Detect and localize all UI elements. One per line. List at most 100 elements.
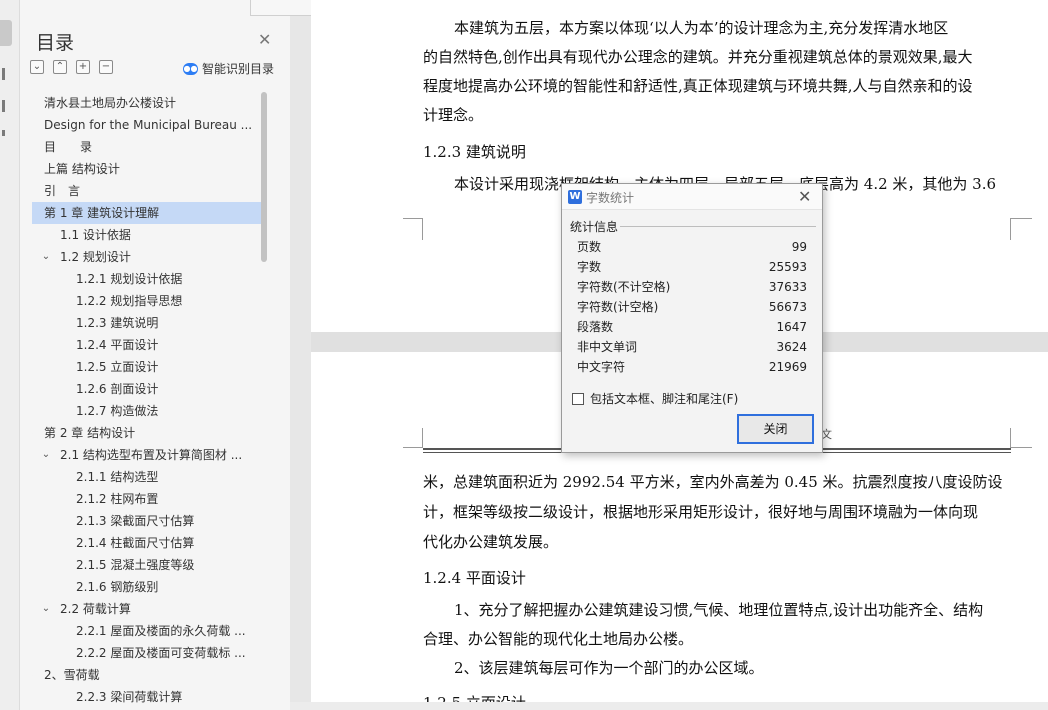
paragraph-line: 1、充分了解把握办公建筑建设习惯,气候、地理位置特点,设计出功能齐全、结构 bbox=[454, 601, 984, 619]
stat-row: 字符数(不计空格) 37633 bbox=[577, 277, 807, 297]
chevron-down-icon[interactable]: ⌄ bbox=[32, 202, 36, 224]
toc-item[interactable]: 1.2.4 平面设计 bbox=[32, 334, 261, 356]
collapse-all-icon[interactable]: ⌃ bbox=[53, 60, 67, 74]
crop-mark bbox=[1010, 428, 1032, 448]
stat-value: 99 bbox=[791, 240, 807, 254]
close-icon[interactable]: ✕ bbox=[798, 187, 811, 206]
toc-item[interactable]: 引 言 bbox=[32, 180, 261, 202]
add-icon[interactable]: + bbox=[76, 60, 90, 74]
toc-item-label: 2.1.2 柱网布置 bbox=[76, 492, 159, 506]
toc-item[interactable]: 1.1 设计依据 bbox=[32, 224, 261, 246]
toc-item-label: 2.1.3 梁截面尺寸估算 bbox=[76, 514, 195, 528]
toc-item[interactable]: 2.1.4 柱截面尺寸估算 bbox=[32, 532, 261, 554]
toc-item[interactable]: 目 录 bbox=[32, 136, 261, 158]
toc-item-label: 2.2.2 屋面及楼面可变荷载标 ... bbox=[76, 646, 246, 660]
toc-item[interactable]: Design for the Municipal Bureau ... bbox=[32, 114, 261, 136]
paragraph-line: 米，总建筑面积近为 2992.54 平方米，室内外高差为 0.45 米。抗震烈度… bbox=[423, 473, 1003, 491]
toc-item-label: 2.1 结构选型布置及计算简图材 ... bbox=[60, 448, 243, 462]
toc-item[interactable]: ⌄ 1.2 规划设计 bbox=[32, 246, 261, 268]
toc-item[interactable]: 2.1.6 钢筋级别 bbox=[32, 576, 261, 598]
stat-label: 非中文单词 bbox=[577, 340, 638, 354]
toc-toolbar: ⌄ ⌃ + − bbox=[30, 60, 113, 76]
toc-item[interactable]: ⌄ 2.1 结构选型布置及计算简图材 ... bbox=[32, 444, 261, 466]
chevron-down-icon[interactable]: ⌄ bbox=[40, 246, 52, 268]
toc-item-label: 1.2.1 规划设计依据 bbox=[76, 272, 183, 286]
checkbox-box[interactable] bbox=[572, 392, 584, 405]
toc-item[interactable]: 2.1.3 梁截面尺寸估算 bbox=[32, 510, 261, 532]
ai-icon: ●● bbox=[183, 62, 198, 75]
toc-item-label: 上篇 结构设计 bbox=[44, 162, 120, 176]
paragraph-line: 程度地提高办公环境的智能性和舒适性,真正体现建筑与环境共舞,人与自然亲和的设 bbox=[423, 77, 973, 95]
toc-pane-tab[interactable] bbox=[0, 20, 12, 46]
chevron-down-icon[interactable]: ⌄ bbox=[40, 598, 52, 620]
horizontal-scrollbar[interactable] bbox=[290, 702, 1048, 710]
expand-all-icon[interactable]: ⌄ bbox=[30, 60, 44, 74]
toc-item-label: 1.1 设计依据 bbox=[60, 228, 131, 242]
pane-marker[interactable] bbox=[2, 68, 5, 80]
toc-panel: 目录 ✕ ⌄ ⌃ + − ●● 智能识别目录 清水县土地局办公楼设计 Design… bbox=[20, 0, 290, 710]
chevron-down-icon[interactable]: ⌄ bbox=[32, 664, 36, 686]
paragraph-line: 的自然特色,创作出具有现代办公理念的建筑。并充分重视建筑总体的景观效果,最大 bbox=[423, 48, 973, 66]
chevron-down-icon[interactable]: ⌄ bbox=[32, 422, 36, 444]
toc-item-label: 引 言 bbox=[44, 184, 81, 198]
toc-item-label: 2.2.3 梁间荷载计算 bbox=[76, 690, 183, 704]
toc-item[interactable]: 清水县土地局办公楼设计 bbox=[32, 92, 261, 114]
wps-writer-icon: W bbox=[568, 190, 582, 204]
toc-item-label: 清水县土地局办公楼设计 bbox=[44, 96, 177, 110]
toc-item[interactable]: 1.2.5 立面设计 bbox=[32, 356, 261, 378]
smart-recognize-toc-button[interactable]: ●● 智能识别目录 bbox=[183, 60, 274, 77]
stat-label: 段落数 bbox=[577, 320, 614, 334]
stat-row: 段落数 1647 bbox=[577, 317, 807, 337]
toc-item[interactable]: 1.2.6 剖面设计 bbox=[32, 378, 261, 400]
toc-item[interactable]: 1.2.7 构造做法 bbox=[32, 400, 261, 422]
toc-item[interactable]: 2.1.2 柱网布置 bbox=[32, 488, 261, 510]
dialog-titlebar[interactable]: W 字数统计 ✕ bbox=[562, 184, 822, 210]
toc-item[interactable]: ⌄ 2.2 荷载计算 bbox=[32, 598, 261, 620]
toc-item[interactable]: ⌄ 2、雪荷载 bbox=[32, 664, 261, 686]
toc-item[interactable]: 1.2.3 建筑说明 bbox=[32, 312, 261, 334]
toc-item[interactable]: 上篇 结构设计 bbox=[32, 158, 261, 180]
toc-item-label: 2.1.5 混凝土强度等级 bbox=[76, 558, 195, 572]
remove-icon[interactable]: − bbox=[99, 60, 113, 74]
stat-row: 字符数(计空格) 56673 bbox=[577, 297, 807, 317]
toc-item[interactable]: ⌄ 第 2 章 结构设计 bbox=[32, 422, 261, 444]
toc-item[interactable]: 1.2.2 规划指导思想 bbox=[32, 290, 261, 312]
stat-row: 中文字符 21969 bbox=[577, 357, 807, 377]
section-heading: 1.2.4 平面设计 bbox=[423, 569, 526, 587]
stat-value: 1647 bbox=[776, 320, 807, 334]
include-textbox-footnote-checkbox[interactable]: 包括文本框、脚注和尾注(F) bbox=[572, 390, 738, 407]
stat-label: 页数 bbox=[577, 240, 602, 254]
toc-item[interactable]: 2.2.3 梁间荷载计算 bbox=[32, 686, 261, 704]
chevron-down-icon[interactable]: ⌄ bbox=[40, 444, 52, 466]
stat-value: 21969 bbox=[768, 360, 807, 374]
stat-value: 3624 bbox=[776, 340, 807, 354]
section-heading: 1.2.3 建筑说明 bbox=[423, 143, 526, 161]
toc-title: 目录 bbox=[36, 32, 75, 54]
paragraph-line: 计理念。 bbox=[423, 106, 484, 124]
toc-item[interactable]: 2.1.1 结构选型 bbox=[32, 466, 261, 488]
paragraph-line: 代化办公建筑发展。 bbox=[423, 533, 559, 551]
toc-scrollbar[interactable] bbox=[261, 92, 268, 704]
pane-marker[interactable] bbox=[2, 130, 5, 136]
toc-item[interactable]: 2.2.2 屋面及楼面可变荷载标 ... bbox=[32, 642, 261, 664]
toc-item-label: 2、雪荷载 bbox=[44, 668, 100, 682]
toc-item-label: 1.2.6 剖面设计 bbox=[76, 382, 159, 396]
toc-item[interactable]: 1.2.1 规划设计依据 bbox=[32, 268, 261, 290]
close-button[interactable]: 关闭 bbox=[737, 414, 814, 444]
smart-recognize-label: 智能识别目录 bbox=[202, 62, 275, 76]
pane-marker[interactable] bbox=[2, 100, 5, 112]
toc-item-label: 目 录 bbox=[44, 140, 93, 154]
toc-item-label: 2.2.1 屋面及楼面的永久荷载 ... bbox=[76, 624, 246, 638]
close-icon[interactable]: ✕ bbox=[258, 30, 271, 49]
toc-item[interactable]: 2.2.1 屋面及楼面的永久荷载 ... bbox=[32, 620, 261, 642]
toc-scrollbar-thumb[interactable] bbox=[261, 92, 267, 262]
paragraph-line: 计，框架等级按二级设计，根据地形采用矩形设计，很好地与周围环境融为一体向现 bbox=[423, 503, 979, 521]
crop-mark bbox=[1010, 218, 1032, 240]
stat-value: 37633 bbox=[768, 280, 807, 294]
toc-item-label: 1.2.5 立面设计 bbox=[76, 360, 159, 374]
toc-item-label: 2.2 荷载计算 bbox=[60, 602, 131, 616]
toc-item-label: 1.2 规划设计 bbox=[60, 250, 131, 264]
paragraph-line: 2、该层建筑每层可作为一个部门的办公区域。 bbox=[454, 659, 764, 677]
toc-item[interactable]: 2.1.5 混凝土强度等级 bbox=[32, 554, 261, 576]
toc-item[interactable]: ⌄ 第 1 章 建筑设计理解 bbox=[32, 202, 261, 224]
